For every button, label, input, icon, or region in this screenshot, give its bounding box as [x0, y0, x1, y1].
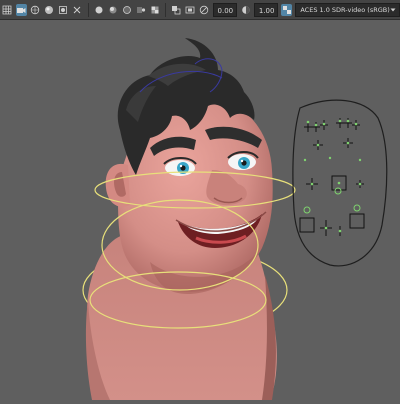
viewport-scene: [82, 38, 388, 400]
camera-icon[interactable]: [15, 3, 27, 16]
exposure-field[interactable]: 0.00: [212, 2, 238, 17]
gate-mask-icon[interactable]: [185, 4, 196, 16]
smooth-shade-icon[interactable]: [44, 4, 55, 16]
isolate-select-icon[interactable]: [171, 4, 182, 16]
3d-viewport[interactable]: [0, 21, 400, 400]
gamma-icon[interactable]: [240, 4, 251, 16]
wireframe-icon[interactable]: [30, 4, 41, 16]
left-eye[interactable]: [163, 157, 197, 176]
chevron-down-icon: [390, 8, 396, 11]
anti-alias-icon[interactable]: [149, 4, 160, 16]
viewport-toolbar: 0.00 1.00 ACES 1.0 SDR-video (sRGB): [0, 0, 400, 20]
grid-icon[interactable]: [2, 4, 13, 16]
gamma-field[interactable]: 1.00: [254, 2, 279, 17]
xray-icon[interactable]: [72, 4, 83, 16]
motion-blur-icon[interactable]: [135, 4, 146, 16]
toolbar-divider: [87, 2, 89, 17]
bounding-box-icon[interactable]: [58, 4, 69, 16]
color-space-label: ACES 1.0 SDR-video (sRGB): [300, 5, 390, 14]
color-management-icon[interactable]: [281, 3, 293, 16]
exposure-icon[interactable]: [199, 4, 210, 16]
face-control-board[interactable]: [292, 99, 388, 267]
maya-viewport-window: 0.00 1.00 ACES 1.0 SDR-video (sRGB): [0, 0, 400, 400]
shadows-icon[interactable]: [107, 4, 118, 16]
toolbar-divider: [165, 2, 166, 17]
lights-icon[interactable]: [93, 4, 104, 16]
color-space-dropdown[interactable]: ACES 1.0 SDR-video (sRGB): [295, 2, 400, 17]
ambient-occlusion-icon[interactable]: [121, 4, 132, 16]
